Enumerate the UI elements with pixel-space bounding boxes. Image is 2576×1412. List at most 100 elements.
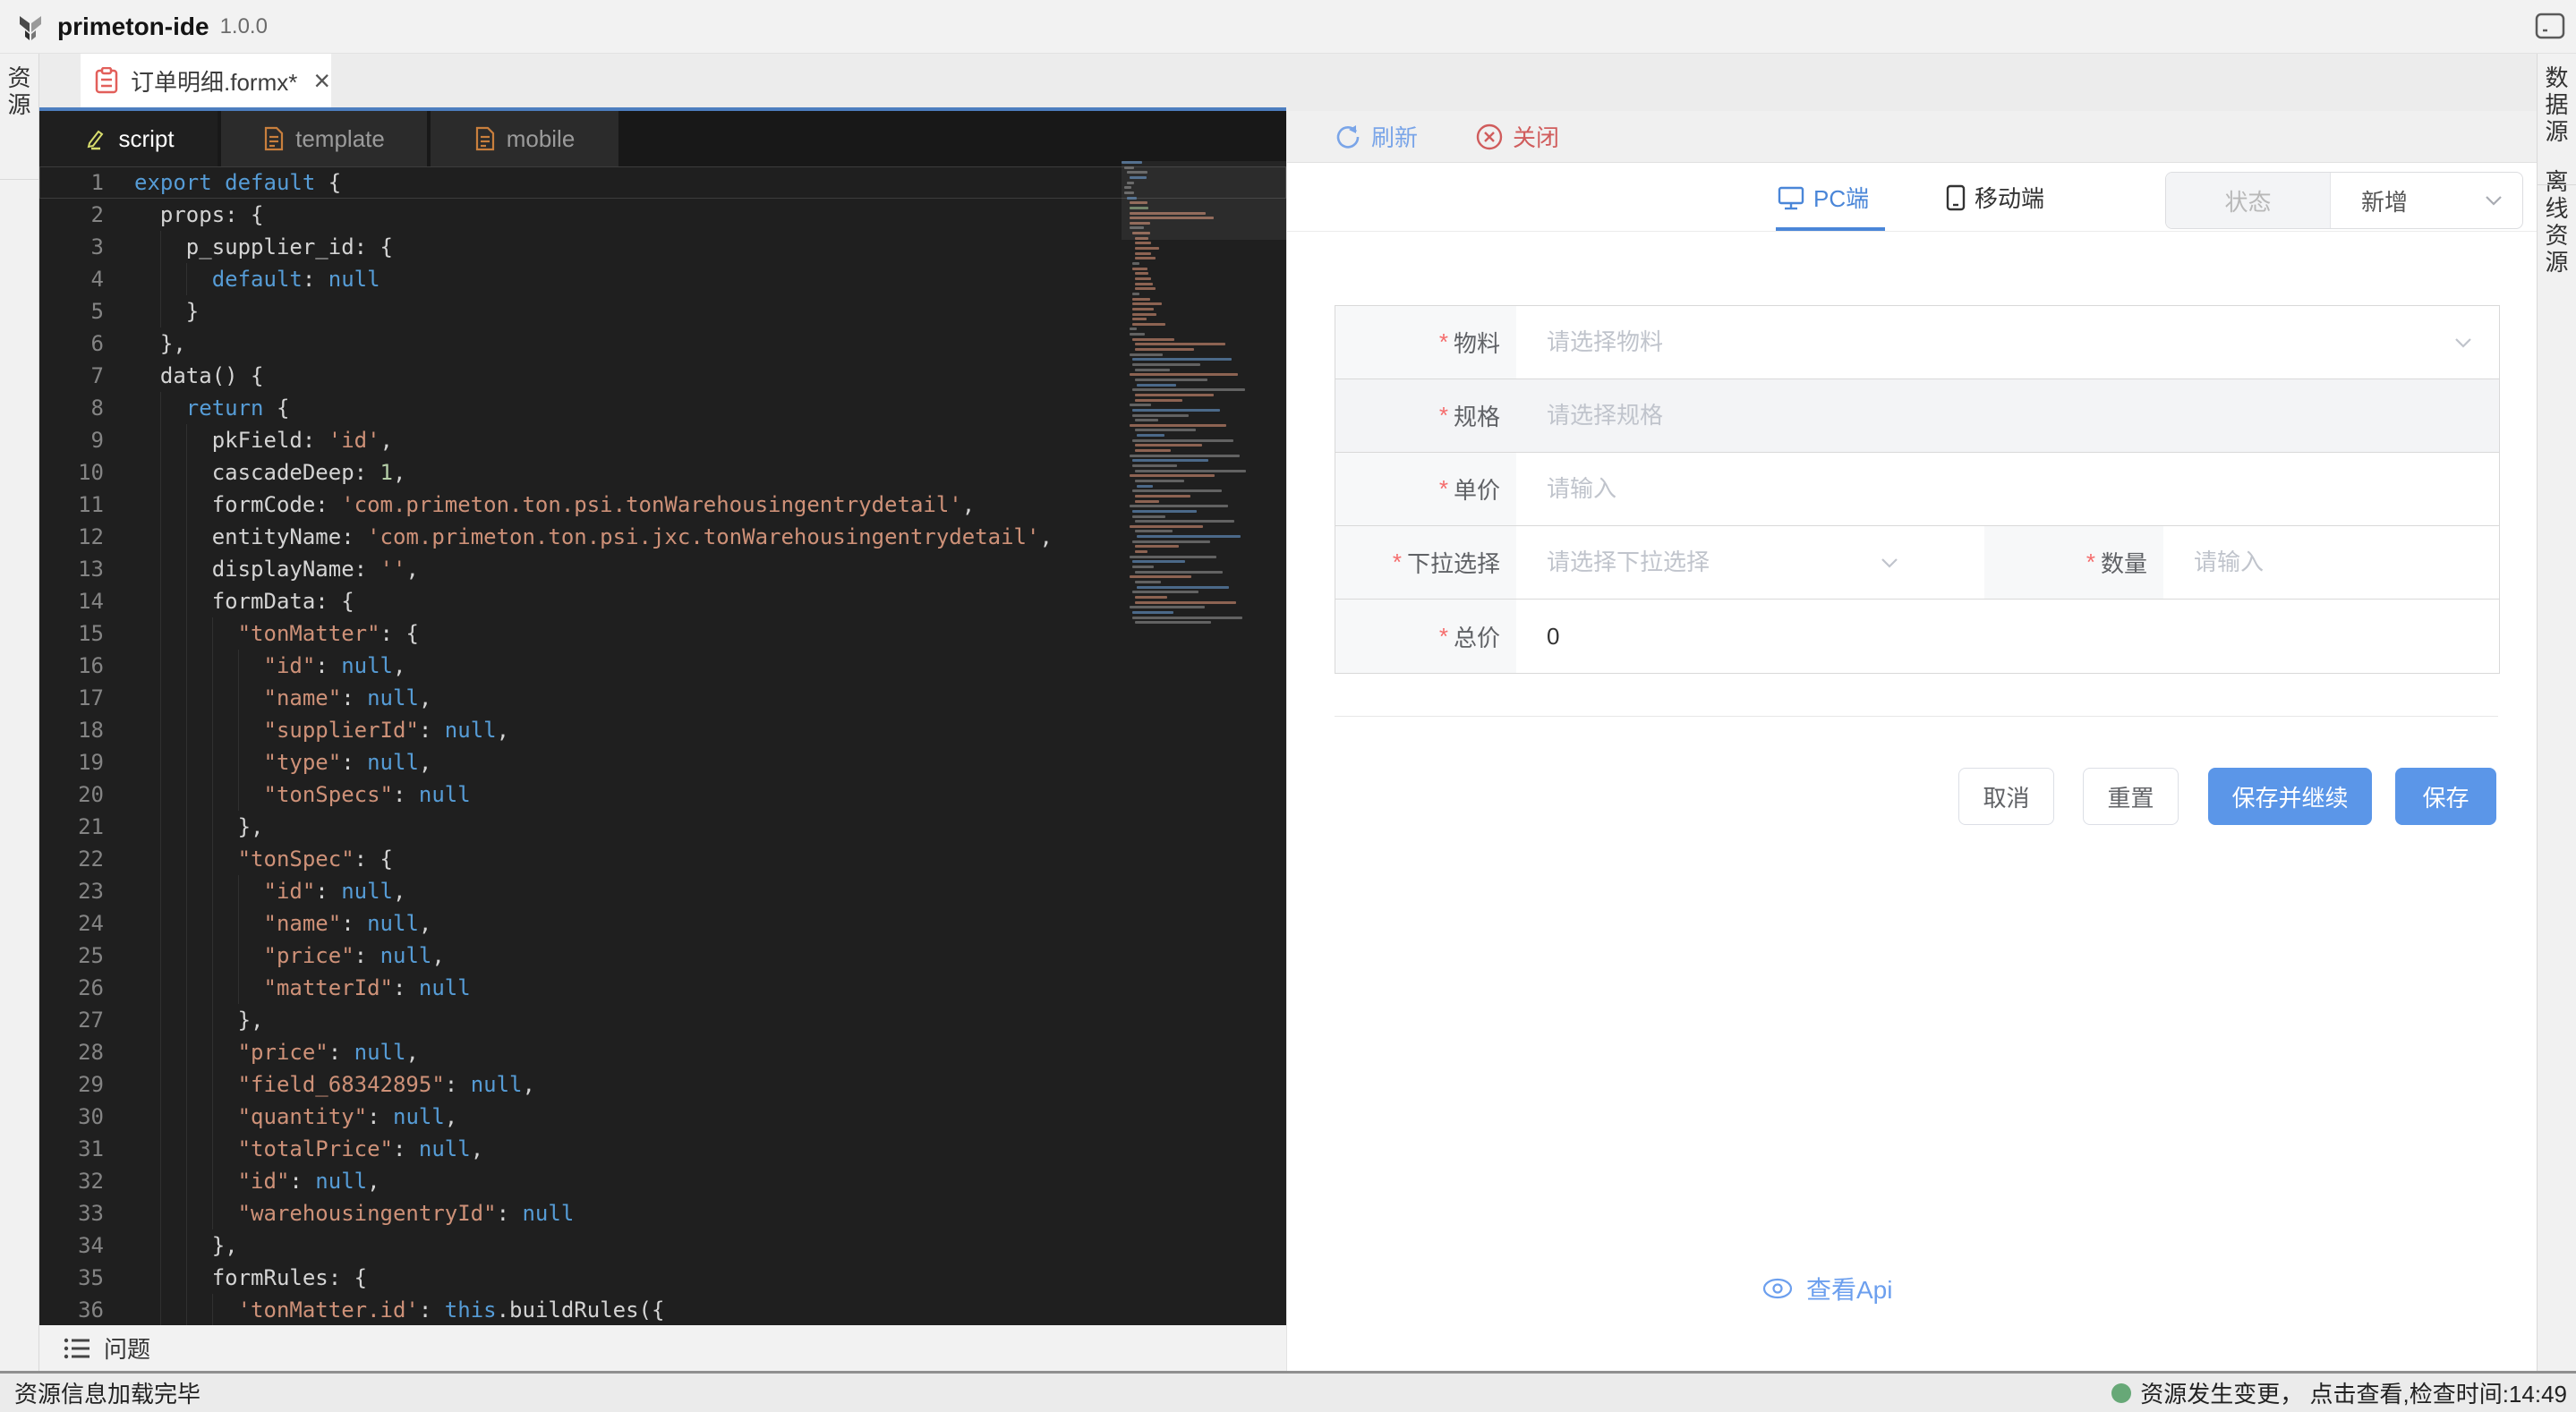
sidebar-item-datasource[interactable]: 数据源	[2544, 64, 2571, 145]
refresh-button[interactable]: 刷新	[1334, 120, 1418, 153]
code-line[interactable]: 30 "quantity": null,	[39, 1101, 1286, 1133]
unit-price-field[interactable]	[1516, 453, 2499, 525]
code-line[interactable]: 20 "tonSpecs": null	[39, 778, 1286, 811]
code-line[interactable]: 18 "supplierId": null,	[39, 714, 1286, 746]
indent-guide	[238, 650, 239, 682]
tab-template[interactable]: template	[221, 111, 427, 166]
spec-input[interactable]	[1516, 379, 2499, 452]
minimap-line	[1130, 327, 1137, 330]
code-line[interactable]: 28 "price": null,	[39, 1036, 1286, 1068]
problems-bar[interactable]: 问题	[39, 1325, 1286, 1371]
tab-script-label: script	[118, 125, 174, 153]
state-select[interactable]: 新增	[2331, 173, 2522, 228]
indent-guide	[186, 424, 187, 456]
code-line[interactable]: 12 entityName: 'com.primeton.ton.psi.jxc…	[39, 521, 1286, 553]
save-and-continue-button[interactable]: 保存并继续	[2208, 768, 2372, 825]
indent-guide	[186, 811, 187, 843]
minimap-line	[1132, 515, 1166, 518]
dropdown-select[interactable]	[1516, 526, 1984, 599]
code-line[interactable]: 29 "field_68342895": null,	[39, 1068, 1286, 1101]
quantity-input[interactable]	[2163, 526, 2499, 599]
indent-guide	[160, 682, 161, 714]
code-line[interactable]: 27 },	[39, 1004, 1286, 1036]
monitor-icon	[1778, 185, 1804, 210]
minimap[interactable]	[1122, 161, 1279, 698]
minimap-line	[1132, 313, 1157, 316]
file-tab-order-detail[interactable]: 订单明细.formx* ×	[81, 54, 331, 107]
tab-script[interactable]: script	[39, 111, 218, 166]
code-line[interactable]: 24 "name": null,	[39, 907, 1286, 940]
form-row-material: 物料	[1335, 306, 2499, 379]
code-line[interactable]: 11 formCode: 'com.primeton.ton.psi.tonWa…	[39, 489, 1286, 521]
minimap-line	[1132, 439, 1233, 442]
code-line[interactable]: 5 }	[39, 295, 1286, 327]
code-line[interactable]: 21 },	[39, 811, 1286, 843]
quantity-field[interactable]	[2163, 526, 2499, 599]
code-line[interactable]: 1export default {	[39, 166, 1286, 199]
close-tab-icon[interactable]: ×	[313, 66, 330, 95]
code-line[interactable]: 22 "tonSpec": {	[39, 843, 1286, 875]
close-preview-button[interactable]: 关闭	[1475, 120, 1559, 153]
code-line[interactable]: 36 'tonMatter.id': this.buildRules({	[39, 1294, 1286, 1325]
code-line[interactable]: 4 default: null	[39, 263, 1286, 295]
code-line[interactable]: 6 },	[39, 327, 1286, 360]
minimap-line	[1135, 257, 1156, 259]
material-select[interactable]	[1516, 306, 2499, 379]
code-line[interactable]: 34 },	[39, 1229, 1286, 1262]
code-line[interactable]: 25 "price": null,	[39, 940, 1286, 972]
dropdown-input[interactable]	[1516, 526, 1984, 599]
code-editor[interactable]: script template mobile	[39, 111, 1286, 1325]
minimap-slider[interactable]	[1122, 161, 1286, 240]
tab-mobile-preview[interactable]: 移动端	[1946, 181, 2044, 214]
code-line[interactable]: 26 "matterId": null	[39, 972, 1286, 1004]
code-line[interactable]: 14 formData: {	[39, 585, 1286, 617]
code-line[interactable]: 9 pkField: 'id',	[39, 424, 1286, 456]
code-line[interactable]: 19 "type": null,	[39, 746, 1286, 778]
minimap-line	[1135, 277, 1152, 280]
editor-mode-tabs: script template mobile	[39, 111, 1286, 166]
sidebar-item-resources[interactable]: 资源	[6, 64, 33, 118]
left-sidebar-strip: 资源	[0, 54, 39, 1371]
tab-mobile[interactable]: mobile	[431, 111, 618, 166]
status-message-right[interactable]: 资源发生变更， 点击查看,检查时间:14:49	[2111, 1376, 2567, 1409]
material-input[interactable]	[1516, 306, 2499, 379]
reset-button[interactable]: 重置	[2083, 768, 2179, 825]
code-line[interactable]: 7 data() {	[39, 360, 1286, 392]
code-line[interactable]: 23 "id": null,	[39, 875, 1286, 907]
indent-guide	[186, 521, 187, 553]
panel-toggle-icon[interactable]	[2535, 13, 2565, 39]
total-price-label: 总价	[1335, 600, 1516, 673]
minimap-line	[1135, 348, 1195, 351]
save-button[interactable]: 保存	[2395, 768, 2496, 825]
indent-guide	[160, 811, 161, 843]
code-line[interactable]: 2 props: {	[39, 199, 1286, 231]
code-line[interactable]: 15 "tonMatter": {	[39, 617, 1286, 650]
cancel-button[interactable]: 取消	[1958, 768, 2054, 825]
code-area[interactable]: 1export default {2 props: {3 p_supplier_…	[39, 166, 1286, 1325]
indent-guide	[212, 907, 213, 940]
spec-select[interactable]	[1516, 379, 2499, 452]
minimap-line	[1130, 505, 1228, 507]
unit-price-input[interactable]	[1516, 453, 2499, 525]
code-line[interactable]: 31 "totalPrice": null,	[39, 1133, 1286, 1165]
code-line[interactable]: 3 p_supplier_id: {	[39, 231, 1286, 263]
view-api-link[interactable]: 查看Api	[1761, 1271, 1892, 1306]
code-line[interactable]: 13 displayName: '',	[39, 553, 1286, 585]
line-number: 28	[39, 1036, 104, 1068]
code-line[interactable]: 33 "warehousingentryId": null	[39, 1197, 1286, 1229]
minimap-line	[1130, 575, 1192, 578]
minimap-line	[1135, 369, 1170, 371]
indent-guide	[160, 1068, 161, 1101]
indent-guide	[160, 1133, 161, 1165]
code-line[interactable]: 32 "id": null,	[39, 1165, 1286, 1197]
indent-guide	[212, 940, 213, 972]
code-text: "tonSpec": {	[134, 846, 393, 872]
tab-pc[interactable]: PC端	[1778, 181, 1869, 214]
code-line[interactable]: 17 "name": null,	[39, 682, 1286, 714]
code-line[interactable]: 35 formRules: {	[39, 1262, 1286, 1294]
code-line[interactable]: 8 return {	[39, 392, 1286, 424]
code-line[interactable]: 10 cascadeDeep: 1,	[39, 456, 1286, 489]
code-text: "id": null,	[134, 1169, 380, 1194]
strip-divider	[2538, 184, 2576, 185]
code-line[interactable]: 16 "id": null,	[39, 650, 1286, 682]
